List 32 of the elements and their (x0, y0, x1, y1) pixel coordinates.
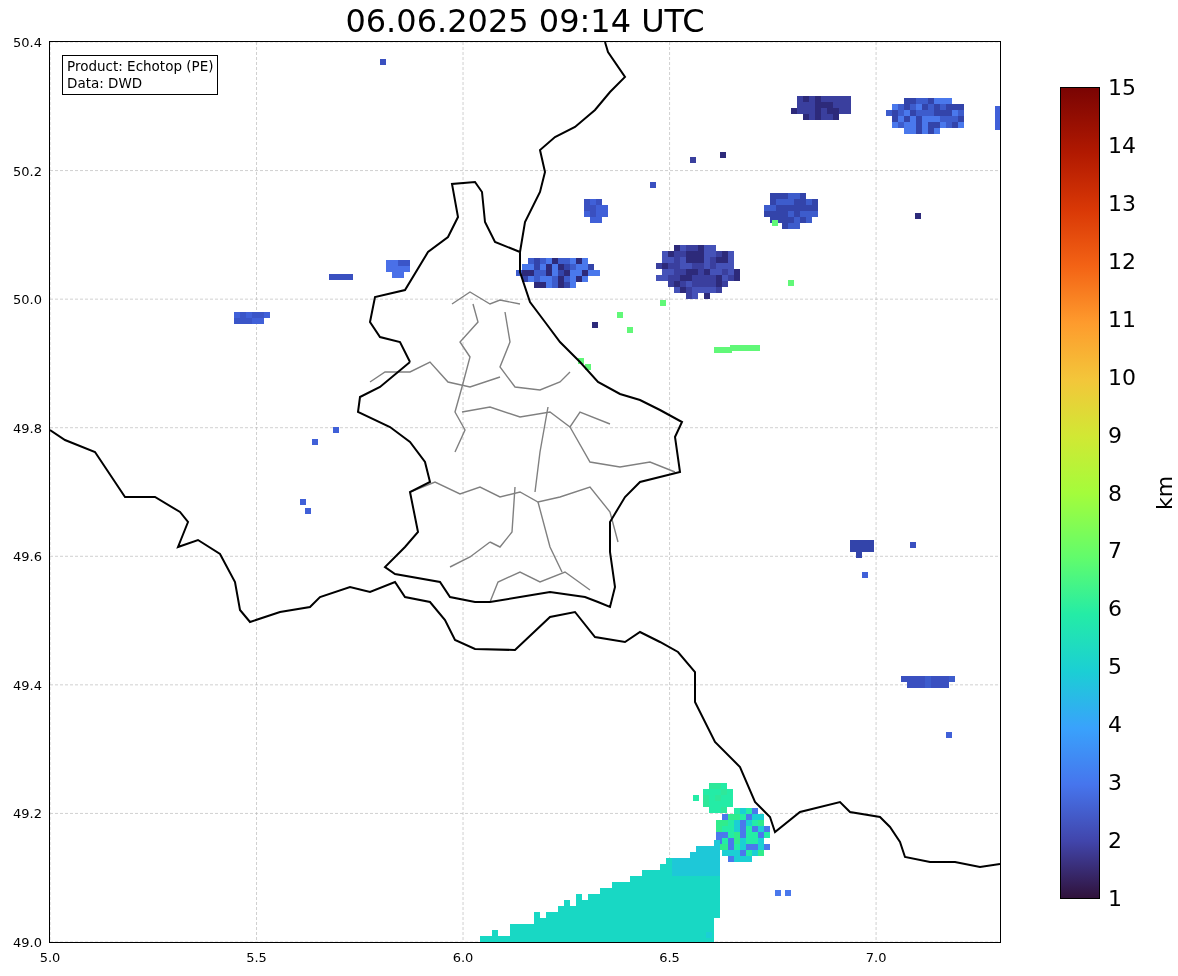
colorbar-tick-label: 2 (1108, 827, 1122, 853)
colorbar-tick-label: 14 (1108, 132, 1136, 158)
axis-tick-label: 5.0 (39, 950, 61, 965)
axis-tick-label: 49.4 (13, 677, 42, 693)
colorbar-tick-label: 1 (1108, 885, 1122, 911)
axis-tick-label: 50.4 (13, 34, 42, 50)
colorbar-tick-label: 9 (1108, 422, 1122, 448)
axis-tick-label: 49.6 (13, 548, 42, 564)
axis-tick-label: 50.2 (13, 163, 42, 179)
colorbar-tick-label: 4 (1108, 711, 1122, 737)
colorbar-tick-label: 8 (1108, 480, 1122, 505)
colorbar-tick-label: 3 (1108, 769, 1122, 795)
axis-tick-label: 49.8 (13, 420, 42, 436)
legend-text: Product: Echotop (PE) (67, 58, 214, 75)
colorbar-tick-label: 13 (1108, 190, 1136, 216)
colorbar-tick-label: 11 (1108, 306, 1136, 332)
colorbar-label: km (1151, 475, 1177, 511)
chart-title: 06.06.2025 09:14 UTC (344, 1, 706, 42)
colorbar-tick-label: 15 (1108, 74, 1136, 100)
axis-tick-label: 5.5 (246, 950, 267, 965)
axis-tick-label: 7.0 (865, 950, 887, 965)
axis-tick-label: 6.0 (452, 950, 474, 965)
legend-text: Data: DWD (67, 75, 144, 92)
axis-tick-label: 49.0 (13, 934, 42, 950)
axis-tick-label: 6.5 (659, 950, 680, 965)
colorbar-tick-label: 10 (1108, 364, 1136, 390)
colorbar-tick-label: 12 (1108, 248, 1136, 274)
axis-tick-label: 50.0 (13, 291, 42, 307)
colorbar-tick-label: 6 (1108, 595, 1122, 621)
axis-tick-label: 49.2 (13, 805, 42, 821)
colorbar-tick-label: 7 (1108, 537, 1122, 563)
colorbar-tick-label: 5 (1108, 653, 1122, 679)
